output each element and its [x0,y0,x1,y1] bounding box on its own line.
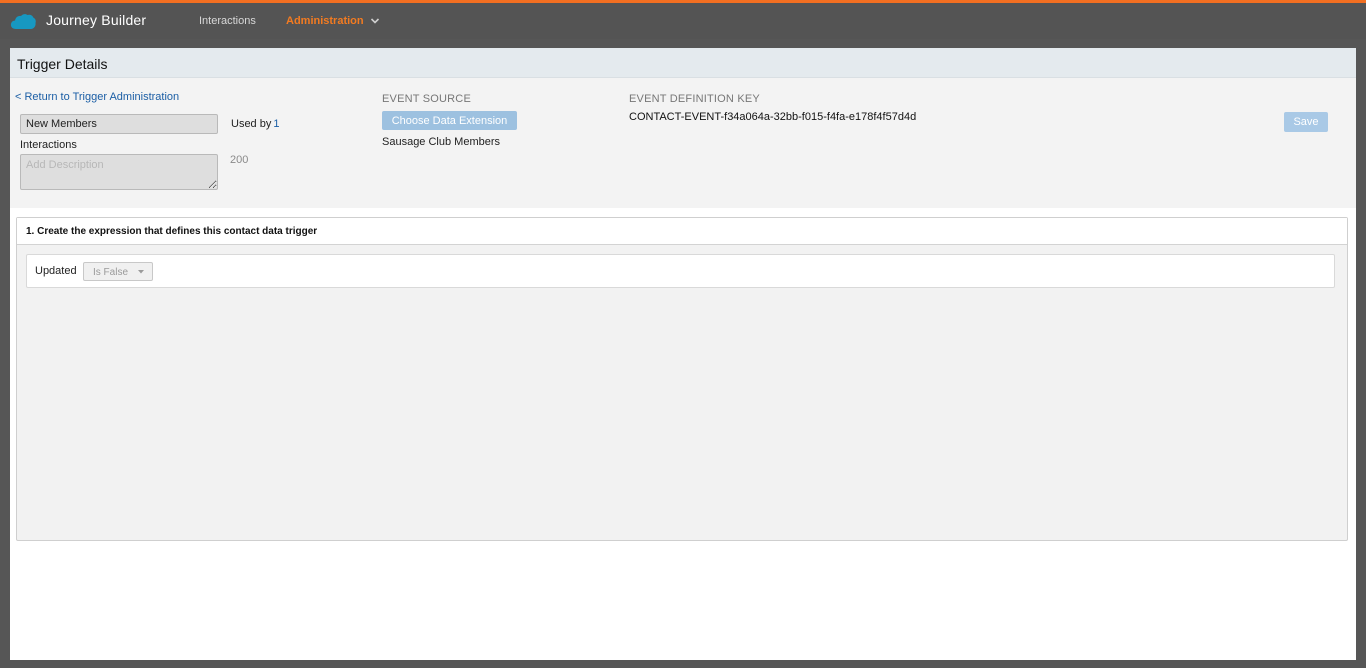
caret-down-icon [138,270,144,274]
trigger-name-input[interactable] [20,114,218,134]
trigger-details-section: < Return to Trigger Administration Used … [10,78,1356,208]
condition-row: Updated Is False [26,254,1335,288]
character-count: 200 [230,154,249,166]
interactions-label: Interactions [20,139,77,151]
event-definition-key-value: CONTACT-EVENT-f34a064a-32bb-f015-f4fa-e1… [629,111,917,123]
expression-title: 1. Create the expression that defines th… [26,226,318,237]
page-title: Trigger Details [17,56,108,72]
used-by-count-link[interactable]: 1 [273,118,279,130]
chevron-down-icon[interactable] [370,17,380,25]
nav-item-administration[interactable]: Administration [286,15,364,27]
expression-header: 1. Create the expression that defines th… [17,218,1347,245]
panel-header: Trigger Details [10,48,1356,78]
used-by-label: Used by [231,118,272,130]
used-by-text: Used by 1 [231,118,279,130]
trigger-details-panel: Trigger Details < Return to Trigger Admi… [10,48,1356,660]
condition-field-label: Updated [35,265,77,277]
app-title: Journey Builder [46,12,147,28]
condition-operator-select[interactable]: Is False [83,262,153,281]
event-source-name: Sausage Club Members [382,136,501,148]
event-source-label: EVENT SOURCE [382,93,471,105]
salesforce-cloud-icon[interactable] [10,13,36,31]
return-to-trigger-administration-link[interactable]: < Return to Trigger Administration [15,91,179,103]
description-textarea[interactable] [20,154,218,190]
expression-builder: 1. Create the expression that defines th… [16,217,1348,541]
choose-data-extension-button[interactable]: Choose Data Extension [382,111,517,130]
nav-item-interactions[interactable]: Interactions [199,15,256,27]
save-button[interactable]: Save [1284,112,1328,132]
top-navigation-bar: Journey Builder Interactions Administrat… [0,0,1366,39]
event-definition-key-label: EVENT DEFINITION KEY [629,93,760,105]
condition-operator-value: Is False [93,267,129,278]
